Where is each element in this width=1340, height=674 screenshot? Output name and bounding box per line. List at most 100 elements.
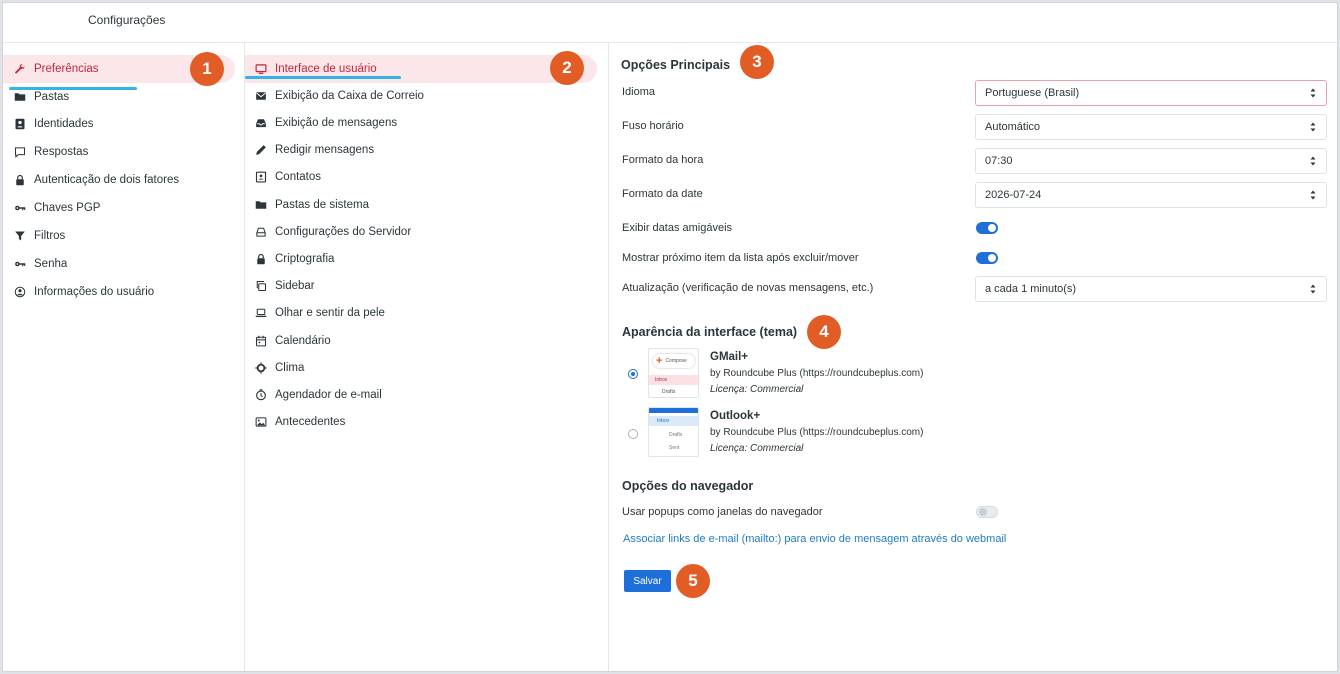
section-item-label: Clima [275, 362, 305, 374]
section-item-label: Exibição da Caixa de Correio [275, 90, 424, 102]
theme-outlook-thumbnail[interactable]: Inbox Drafts Sent [648, 407, 699, 457]
browser-options-heading: Opções do navegador [622, 479, 754, 493]
theme-gmail-radio[interactable] [628, 369, 638, 379]
save-button[interactable]: Salvar [624, 570, 671, 592]
sidebar-item-label: Senha [34, 258, 68, 270]
time-format-select-value: 07:30 [985, 155, 1013, 167]
sidebar-item-folders[interactable]: Pastas [3, 83, 235, 111]
sidebar-item-label: Preferências [34, 63, 99, 75]
section-item-email-scheduler[interactable]: Agendador de e-mail [245, 381, 597, 409]
sidebar-item-two-factor[interactable]: Autenticação de dois fatores [3, 166, 235, 194]
friendly-dates-toggle[interactable] [976, 222, 998, 234]
settings-sidebar: Preferências Pastas Identidades Resposta… [3, 43, 245, 671]
clock-icon [254, 388, 268, 402]
section-item-label: Configurações do Servidor [275, 226, 412, 238]
callout-badge-4: 4 [807, 315, 841, 349]
timezone-select-value: Automático [985, 121, 1041, 133]
section-item-compose[interactable]: Redigir mensagens [245, 136, 597, 164]
popups-label: Usar popups como janelas do navegador [622, 506, 823, 518]
time-format-select[interactable]: 07:30 [975, 148, 1327, 174]
timezone-select[interactable]: Automático [975, 114, 1327, 140]
theme-outlook-author: by Roundcube Plus (https://roundcubeplus… [710, 427, 924, 438]
next-item-toggle[interactable] [976, 252, 998, 264]
thumb-drafts-label: Drafts [662, 389, 676, 395]
section-item-look-and-feel[interactable]: Olhar e sentir da pele [245, 299, 597, 327]
thumb-drafts-label: Drafts [669, 432, 683, 438]
refresh-select-value: a cada 1 minuto(s) [985, 283, 1077, 295]
theme-outlook-radio[interactable] [628, 429, 638, 439]
callout-badge-1: 1 [190, 52, 224, 86]
sidebar-item-filters[interactable]: Filtros [3, 222, 235, 250]
pencil-icon [254, 143, 268, 157]
settings-window: Configurações Preferências Pastas Identi… [2, 2, 1338, 672]
server-icon [254, 225, 268, 239]
sidebar-item-responses[interactable]: Respostas [3, 138, 235, 166]
time-format-label: Formato da hora [622, 154, 704, 166]
refresh-select[interactable]: a cada 1 minuto(s) [975, 276, 1327, 302]
sidebar-item-password[interactable]: Senha [3, 250, 235, 278]
friendly-dates-label: Exibir datas amigáveis [622, 222, 733, 234]
user-circle-icon [13, 285, 27, 299]
calendar-icon [254, 334, 268, 348]
section-item-label: Interface de usuário [275, 63, 377, 75]
sidebar-item-identities[interactable]: Identidades [3, 110, 235, 138]
sections-list: Interface de usuário Exibição da Caixa d… [245, 43, 609, 671]
plus-icon: + [656, 355, 663, 367]
date-format-select-value: 2026-07-24 [985, 189, 1042, 201]
section-item-system-folders[interactable]: Pastas de sistema [245, 191, 597, 219]
theme-outlook-name: Outlook+ [710, 410, 761, 422]
main-options-heading: Opções Principais [621, 58, 731, 72]
sidebar-item-user-info[interactable]: Informações do usuário [3, 278, 235, 306]
sidebar-item-label: Filtros [34, 230, 66, 242]
section-item-label: Criptografia [275, 253, 335, 265]
comment-icon [13, 145, 27, 159]
sort-caret-icon [1310, 156, 1316, 166]
folder-icon [254, 198, 268, 212]
timezone-label: Fuso horário [622, 120, 684, 132]
copy-icon [254, 279, 268, 293]
popups-toggle[interactable] [976, 506, 998, 518]
sidebar-item-label: Chaves PGP [34, 202, 101, 214]
filter-icon [13, 229, 27, 243]
thumb-compose-label: Compose [665, 358, 687, 364]
theme-outlook-license: Licença: Commercial [710, 443, 804, 454]
section-item-server-settings[interactable]: Configurações do Servidor [245, 218, 597, 246]
sort-caret-icon [1310, 190, 1316, 200]
section-item-label: Antecedentes [275, 416, 346, 428]
refresh-label: Atualização (verificação de novas mensag… [622, 282, 874, 294]
section-item-sidebar[interactable]: Sidebar [245, 272, 597, 300]
section-item-label: Agendador de e-mail [275, 389, 382, 401]
callout-badge-3: 3 [740, 45, 774, 79]
section-item-label: Sidebar [275, 280, 315, 292]
key-icon [13, 201, 27, 215]
image-icon [254, 415, 268, 429]
sidebar-item-label: Respostas [34, 146, 89, 158]
id-badge-icon [13, 117, 27, 131]
section-item-label: Redigir mensagens [275, 144, 375, 156]
address-book-icon [254, 170, 268, 184]
laptop-icon [254, 306, 268, 320]
section-item-calendar[interactable]: Calendário [245, 327, 597, 355]
section-item-weather[interactable]: Clima [245, 354, 597, 382]
section-item-encryption[interactable]: Criptografia [245, 245, 597, 273]
settings-form: Opções Principais 3 Idioma Portuguese (B… [609, 43, 1337, 671]
thumb-inbox-label: Inbox [649, 416, 698, 426]
top-bar: Configurações [3, 3, 1337, 43]
sidebar-item-label: Pastas [34, 91, 70, 103]
sidebar-item-label: Identidades [34, 118, 94, 130]
section-item-contacts[interactable]: Contatos [245, 163, 597, 191]
section-item-backgrounds[interactable]: Antecedentes [245, 408, 597, 436]
section-item-message-view[interactable]: Exibição de mensagens [245, 109, 597, 137]
sidebar-item-pgp-keys[interactable]: Chaves PGP [3, 194, 235, 222]
key-icon [13, 257, 27, 271]
envelope-icon [254, 89, 268, 103]
section-item-mailbox-view[interactable]: Exibição da Caixa de Correio [245, 82, 597, 110]
inbox-icon [254, 116, 268, 130]
mailto-register-link[interactable]: Associar links de e-mail (mailto:) para … [623, 533, 1006, 545]
section-item-label: Contatos [275, 171, 322, 183]
thumb-header-bar [649, 408, 698, 413]
next-item-label: Mostrar próximo item da lista após exclu… [622, 252, 859, 264]
theme-gmail-thumbnail[interactable]: + Compose Inbox Drafts [648, 348, 699, 398]
language-select[interactable]: Portuguese (Brasil) [975, 80, 1327, 106]
date-format-select[interactable]: 2026-07-24 [975, 182, 1327, 208]
